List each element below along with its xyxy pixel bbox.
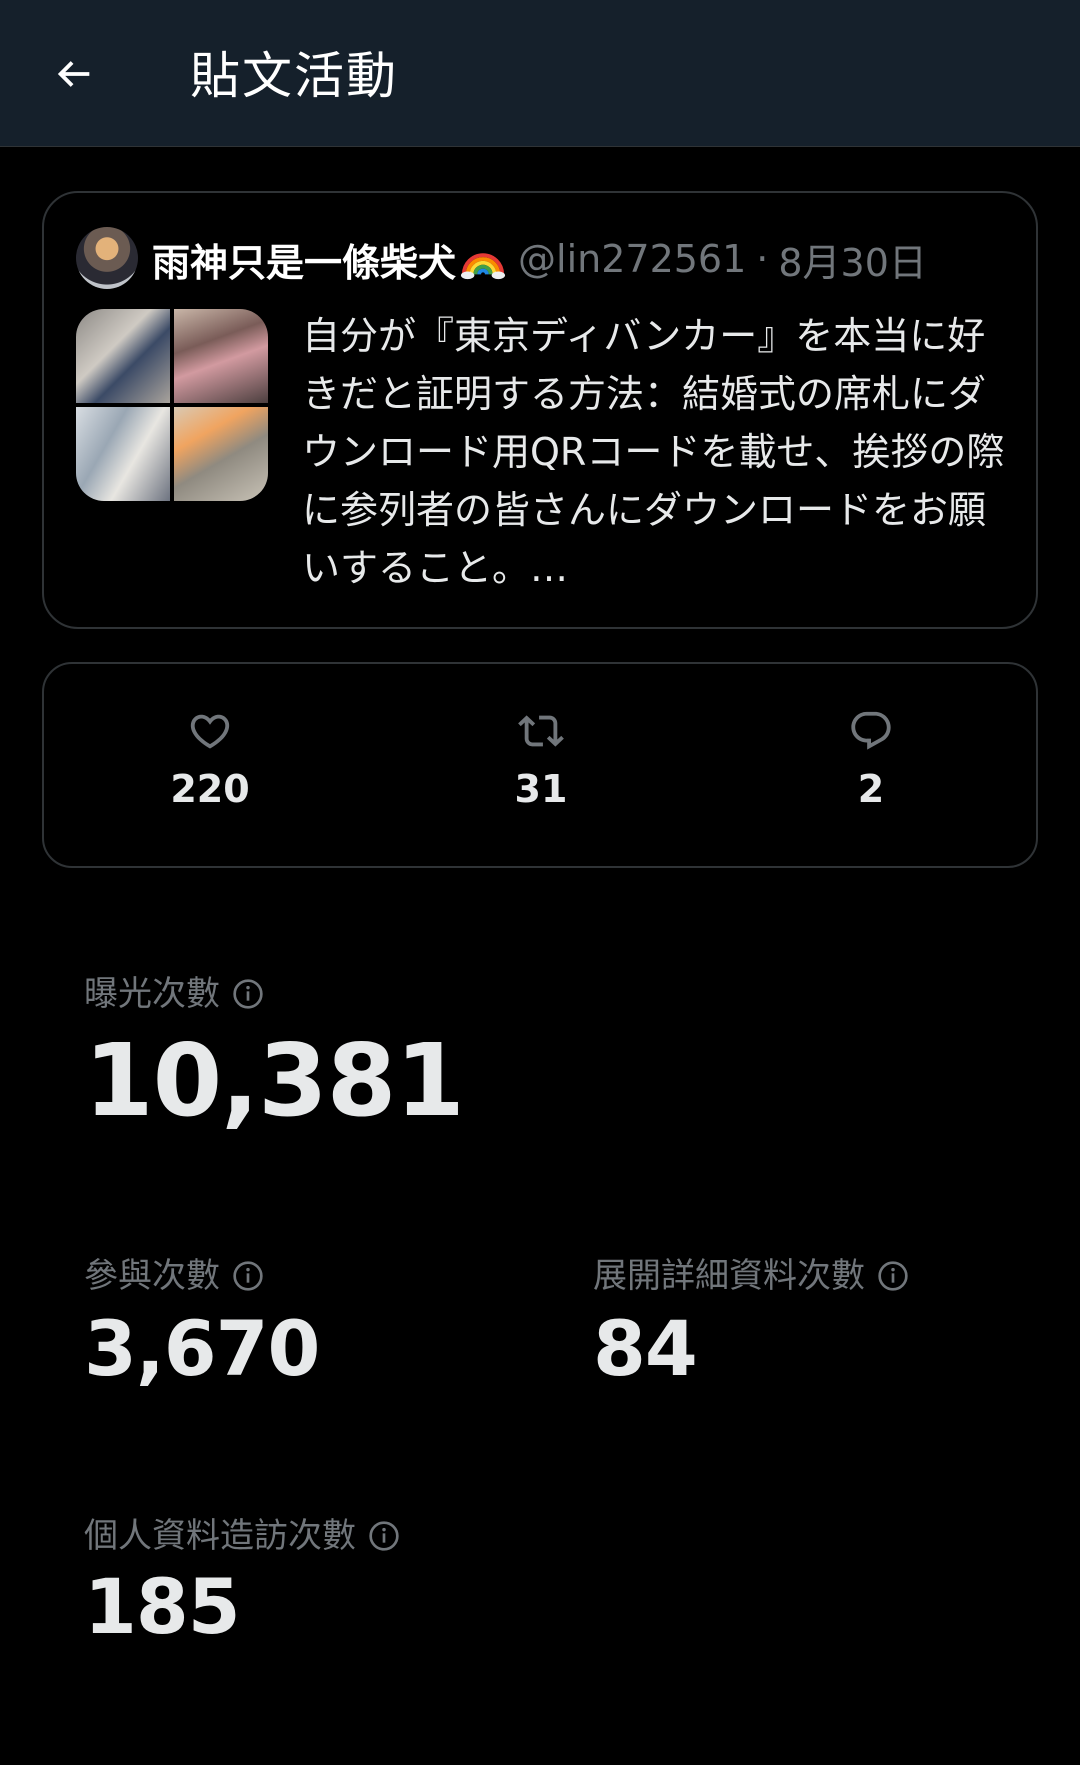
top-app-bar: 貼文活動 bbox=[0, 0, 1080, 147]
engagement-summary: 220 31 2 bbox=[42, 662, 1038, 868]
profile-visits-label: 個人資料造訪次數 bbox=[84, 1516, 356, 1556]
media-thumbnail[interactable] bbox=[76, 407, 170, 501]
author-handle: @lin272561 bbox=[518, 237, 747, 281]
replies-count: 2 bbox=[857, 767, 885, 811]
retweets-count: 31 bbox=[514, 767, 568, 811]
arrow-left-icon bbox=[57, 61, 90, 87]
retweet-icon bbox=[518, 715, 564, 747]
profile-visits-label-row: 個人資料造訪次數 bbox=[84, 1514, 400, 1558]
impressions-label-row: 曝光次數 bbox=[84, 972, 264, 1016]
impressions-value: 10,381 bbox=[84, 1022, 465, 1139]
info-circle-icon[interactable] bbox=[368, 1520, 400, 1552]
author-display-name: 雨神只是一條柴犬 bbox=[152, 240, 457, 285]
detail-expands-label: 展開詳細資料次數 bbox=[593, 1256, 865, 1296]
page-title: 貼文活動 bbox=[190, 47, 398, 105]
separator-dot: · bbox=[756, 237, 769, 281]
replies-stat[interactable]: 2 bbox=[771, 708, 971, 814]
media-thumbnail[interactable] bbox=[174, 309, 268, 403]
media-thumbnail[interactable] bbox=[76, 309, 170, 403]
detail-expands-label-row: 展開詳細資料次數 bbox=[593, 1254, 909, 1298]
tweet-media-grid[interactable] bbox=[76, 309, 268, 501]
likes-stat[interactable]: 220 bbox=[110, 708, 310, 814]
heart-icon bbox=[190, 714, 230, 749]
likes-count: 220 bbox=[170, 767, 250, 811]
info-circle-icon[interactable] bbox=[232, 1260, 264, 1292]
tweet-text: 自分が『東京ディバンカー』を本当に好きだと証明する方法：結婚式の席札にダウンロー… bbox=[302, 314, 1005, 590]
avatar[interactable] bbox=[76, 227, 138, 289]
info-circle-icon[interactable] bbox=[877, 1260, 909, 1292]
info-circle-icon[interactable] bbox=[232, 978, 264, 1010]
impressions-label: 曝光次數 bbox=[84, 974, 220, 1014]
engagements-label: 參與次數 bbox=[84, 1256, 220, 1296]
engagements-value: 3,670 bbox=[84, 1304, 320, 1393]
detail-expands-value: 84 bbox=[593, 1304, 698, 1393]
retweets-stat[interactable]: 31 bbox=[441, 708, 641, 814]
back-button[interactable] bbox=[40, 40, 108, 108]
reply-bubble-icon bbox=[851, 711, 891, 750]
engagements-label-row: 參與次數 bbox=[84, 1254, 264, 1298]
media-thumbnail[interactable] bbox=[174, 407, 268, 501]
tweet-author-line: 雨神只是一條柴犬 @lin272561 · 8月30日 bbox=[152, 231, 927, 287]
profile-visits-value: 185 bbox=[84, 1562, 241, 1651]
tweet-date: 8月30日 bbox=[778, 240, 927, 285]
rainbow-emoji-icon bbox=[460, 253, 506, 280]
tweet-preview-card[interactable]: 雨神只是一條柴犬 @lin272561 · 8月30日 自分が『東京ディバンカー… bbox=[42, 191, 1038, 629]
